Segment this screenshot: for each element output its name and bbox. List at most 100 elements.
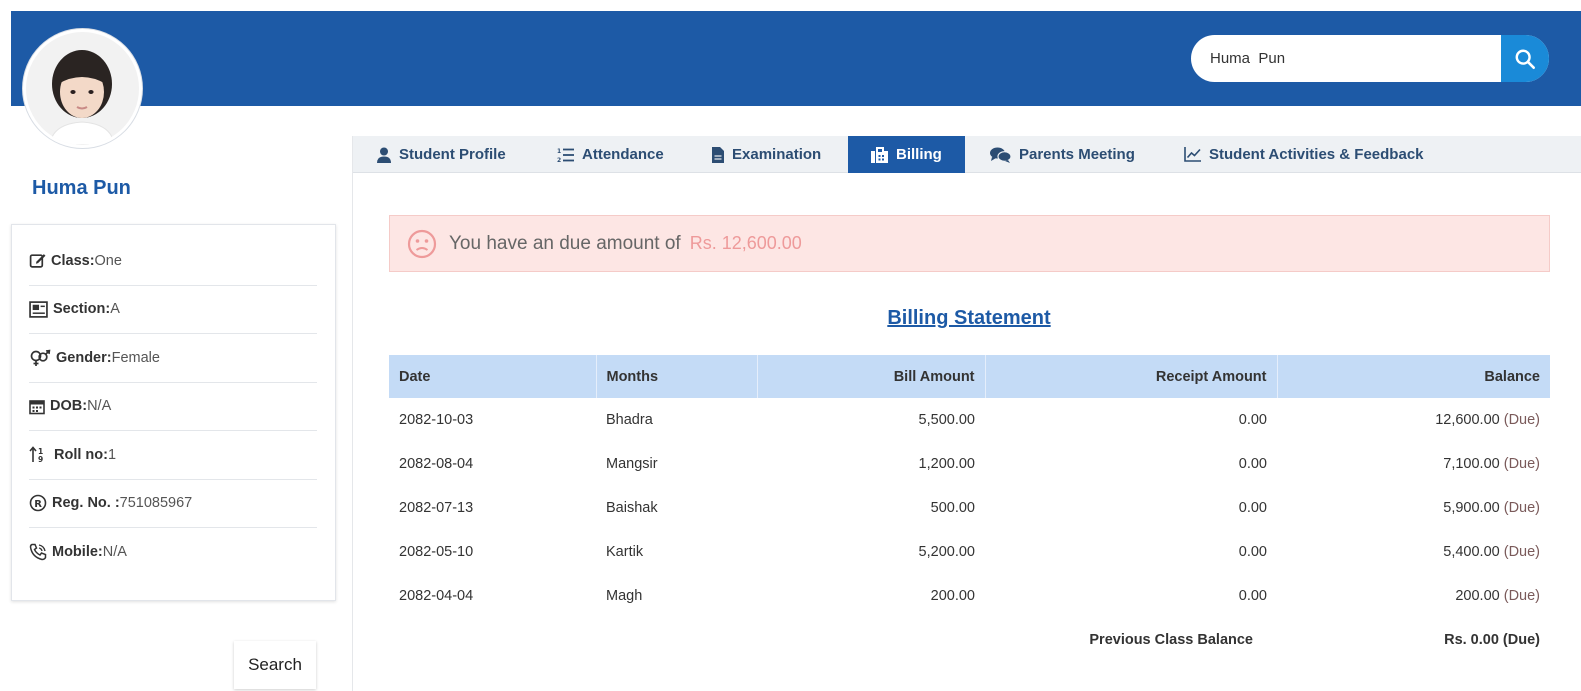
student-name: Huma Pun [32,177,131,199]
previous-balance-label: Previous Class Balance [1089,632,1253,648]
info-label: Class: [51,252,95,269]
info-value: One [94,252,122,269]
svg-text:9: 9 [38,455,43,464]
cell-date: 2082-10-03 [399,412,474,428]
info-label: Mobile: [52,544,103,561]
info-label: Reg. No. : [52,495,120,512]
tab-attendance[interactable]: 12 Attendance [557,136,664,173]
cell-balance: 200.00 (Due) [1277,574,1550,618]
student-search-input[interactable] [1191,35,1501,82]
billing-statement-title: Billing Statement [887,307,1051,329]
alert-text: You have an due amount of [449,232,681,254]
tab-student-profile[interactable]: Student Profile [377,136,506,173]
cell-receipt: 0.00 [1238,456,1267,472]
tab-label: Student Profile [399,146,506,163]
cell-month: Kartik [606,544,644,560]
tab-student-activities[interactable]: Student Activities & Feedback [1184,136,1424,173]
cell-month: Baishak [606,500,658,516]
tab-label: Examination [732,146,822,163]
info-label: DOB: [50,398,88,415]
cell-bill: 1,200.00 [918,456,975,472]
empty-cell [596,618,757,662]
col-header-balance: Balance [1277,355,1550,398]
cell-date: 2082-07-13 [399,500,474,516]
phone-icon [29,544,47,561]
info-row-gender: Gender: Female [29,334,317,383]
info-row-mobile: Mobile: N/A [29,528,317,577]
cell-balance: 12,600.00 (Due) [1277,398,1550,442]
info-value: Female [111,349,160,366]
due-alert: You have an due amount of Rs. 12,600.00 [389,215,1550,272]
tab-parents-meeting[interactable]: Parents Meeting [990,136,1135,173]
due-status: (Due) [1503,412,1540,428]
previous-balance-row: Previous Class Balance Rs. 0.00 (Due) [389,618,1550,662]
info-value: N/A [87,398,112,415]
info-row-roll: 19 Roll no: 1 [29,431,317,480]
table-header-row: Date Months Bill Amount Receipt Amount B… [389,355,1550,398]
svg-text:1: 1 [557,148,561,155]
tab-label: Parents Meeting [1019,146,1135,163]
info-row-reg: R Reg. No. :751085967 [29,480,317,528]
cell-bill: 5,200.00 [918,544,975,560]
cell-month: Bhadra [606,412,653,428]
tab-label: Billing [896,146,942,163]
search-button[interactable] [1501,35,1549,82]
cell-month: Magh [606,588,643,604]
search-icon [1515,49,1535,69]
list-ordered-icon: 12 [557,148,574,163]
table-row: 2082-07-13 Baishak 500.00 0.00 5,900.00 … [389,486,1550,530]
cell-balance: 5,900.00 (Due) [1277,486,1550,530]
due-status: (Due) [1503,588,1540,604]
info-row-dob: DOB: N/A [29,383,317,431]
balance-amount: 200.00 [1455,588,1500,604]
info-value: N/A [102,544,127,561]
tab-examination[interactable]: Examination [712,136,821,173]
previous-balance-value: Rs. 0.00 (Due) [1444,632,1540,648]
col-header-bill-amount: Bill Amount [757,355,986,398]
edit-icon [29,254,46,268]
student-info-card: Class: One Section: A Gender: Female DOB: N/… [11,224,336,601]
cell-receipt: 0.00 [1238,500,1267,516]
table-row: 2082-08-04 Mangsir 1,200.00 0.00 7,100.0… [389,442,1550,486]
cell-date: 2082-04-04 [399,588,474,604]
balance-amount: 12,600.00 [1435,412,1500,428]
cell-receipt: 0.00 [1238,412,1267,428]
balance-amount: 5,400.00 [1443,544,1500,560]
billing-statement-heading: Billing Statement [0,307,1581,330]
col-header-receipt-amount: Receipt Amount [985,355,1278,398]
due-status: (Due) [1503,456,1540,472]
tab-billing[interactable]: Billing [848,136,965,173]
gender-icon [30,349,51,366]
info-value: 751085967 [119,495,193,512]
sad-face-icon [407,229,437,258]
student-search-box [1191,35,1549,82]
line-chart-icon [1184,147,1201,162]
balance-amount: 5,900.00 [1443,500,1500,516]
tab-label: Attendance [582,146,664,163]
calendar-icon [29,399,45,415]
sidebar-search-button[interactable]: Search [234,641,316,689]
comments-icon [990,147,1011,163]
tab-label: Student Activities & Feedback [1209,146,1424,163]
cell-bill: 200.00 [930,588,975,604]
table-row: 2082-04-04 Magh 200.00 0.00 200.00 (Due) [389,574,1550,618]
cell-bill: 5,500.00 [918,412,975,428]
empty-cell [389,618,596,662]
cell-receipt: 0.00 [1238,588,1267,604]
student-photo [26,32,139,145]
cell-balance: 5,400.00 (Due) [1277,530,1550,574]
cell-balance: 7,100.00 (Due) [1277,442,1550,486]
col-header-months: Months [596,355,758,398]
cell-date: 2082-05-10 [399,544,474,560]
user-icon [377,147,391,163]
due-status: (Due) [1503,500,1540,516]
svg-text:R: R [34,499,42,510]
empty-cell [757,618,985,662]
info-row-class: Class: One [29,237,317,286]
alert-amount: Rs. 12,600.00 [689,233,802,253]
balance-amount: 7,100.00 [1443,456,1500,472]
table-row: 2082-10-03 Bhadra 5,500.00 0.00 12,600.0… [389,398,1550,442]
col-header-date: Date [389,355,597,398]
billing-table: Date Months Bill Amount Receipt Amount B… [389,355,1550,662]
cell-receipt: 0.00 [1238,544,1267,560]
